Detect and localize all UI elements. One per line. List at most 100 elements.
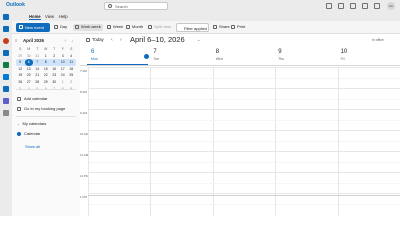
mini-day[interactable]: 4 <box>67 53 76 60</box>
mini-day[interactable]: 2 <box>50 53 59 60</box>
left-pane: ≡ April 2026 ↑ ↓ S M T W T F S 29 30 31 1 2 3 4 5 6 7 8 9 1… <box>12 34 80 216</box>
time-grid[interactable]: 7 AM 8 AM 9 AM 10 AM 11 AM 12 PM 1 PM <box>80 67 400 216</box>
prev-week-icon[interactable]: ‹ <box>111 37 113 43</box>
hour-label: 7 AM <box>80 69 87 73</box>
mini-day[interactable]: 29 <box>16 53 25 60</box>
calendar-icon[interactable] <box>3 26 9 32</box>
mini-day[interactable]: 25 <box>67 72 76 79</box>
mini-day[interactable]: 18 <box>67 66 76 73</box>
new-event-button[interactable]: New event <box>16 23 50 32</box>
mini-day[interactable]: 26 <box>16 79 25 86</box>
notifications-icon[interactable] <box>350 3 356 9</box>
mini-day[interactable]: 21 <box>33 72 42 79</box>
mini-weekday: T <box>36 47 39 51</box>
day-header-wed[interactable]: 8 Wed <box>213 47 275 66</box>
day-view-button[interactable]: Day <box>54 24 67 31</box>
day-number: 9 <box>278 49 282 55</box>
day-header-fri[interactable]: 10 Fri <box>338 47 400 66</box>
mini-day[interactable]: 1 <box>42 53 51 60</box>
mini-day[interactable]: 17 <box>59 66 68 73</box>
calendar-item[interactable]: Calendar <box>17 131 40 136</box>
today-button[interactable]: Today <box>86 37 104 42</box>
mini-day[interactable]: 12 <box>16 66 25 73</box>
search-box[interactable]: Search <box>104 2 168 10</box>
booking-page-link[interactable]: Go to my booking page <box>17 106 65 111</box>
search-icon <box>108 4 112 8</box>
mini-day[interactable]: 19 <box>16 72 25 79</box>
month-view-button[interactable]: Month <box>126 24 143 31</box>
my-calendars-group[interactable]: ⌄ My calendars <box>17 121 46 126</box>
people-icon[interactable] <box>3 38 9 44</box>
work-week-label: Work week <box>81 24 101 29</box>
show-all-link[interactable]: Show all <box>25 144 40 149</box>
teams-app-icon[interactable] <box>3 98 9 104</box>
hour-label: 9 AM <box>80 111 87 115</box>
excel-icon[interactable] <box>3 62 9 68</box>
share-button[interactable]: Share <box>213 24 230 31</box>
mini-day[interactable]: 22 <box>42 72 51 79</box>
mini-next-arrow-icon[interactable]: ↓ <box>71 38 73 43</box>
timezone-label[interactable]: In office <box>372 38 384 42</box>
tab-help[interactable]: Help <box>59 14 68 19</box>
avatar[interactable]: AC <box>387 2 395 10</box>
mini-day[interactable]: 29 <box>42 79 51 86</box>
add-calendar-button[interactable]: Add calendar <box>17 96 48 101</box>
mini-day[interactable]: 27 <box>25 79 34 86</box>
mini-day[interactable]: 9 <box>50 59 59 66</box>
mini-day[interactable]: 10 <box>59 59 68 66</box>
mini-day[interactable]: 3 <box>59 53 68 60</box>
mini-day[interactable]: 24 <box>59 72 68 79</box>
mini-day[interactable]: 31 <box>33 53 42 60</box>
mini-day[interactable]: 14 <box>33 66 42 73</box>
mini-day[interactable]: 2 <box>67 79 76 86</box>
mini-day[interactable]: 8 <box>42 59 51 66</box>
month-view-label: Month <box>132 24 144 29</box>
day-header-thu[interactable]: 9 Thu <box>275 47 337 66</box>
work-week-view-button[interactable]: Work week <box>73 24 103 31</box>
search-placeholder[interactable]: Search <box>115 4 128 9</box>
mini-day[interactable]: 20 <box>25 72 34 79</box>
next-week-icon[interactable]: › <box>120 37 122 43</box>
week-view-button[interactable]: Week <box>107 24 123 31</box>
day-column-line <box>275 67 277 216</box>
mini-weekday: S <box>19 47 22 51</box>
mini-day[interactable]: 6 <box>24 59 33 66</box>
print-button[interactable]: Print <box>231 24 245 31</box>
mini-day[interactable]: 30 <box>25 53 34 60</box>
filter-button[interactable]: Filter applied <box>176 23 209 32</box>
mini-day[interactable]: 13 <box>25 66 34 73</box>
mini-day[interactable]: 28 <box>33 79 42 86</box>
meet-now-icon[interactable] <box>326 3 332 9</box>
half-hour-line <box>88 161 400 163</box>
more-apps-icon[interactable] <box>3 110 9 116</box>
mini-day[interactable]: 1 <box>59 79 68 86</box>
day-name: Fri <box>340 57 345 61</box>
day-header-tue[interactable]: 7 Tue <box>150 47 212 66</box>
mini-day[interactable]: 7 <box>33 59 42 66</box>
word-icon[interactable] <box>3 50 9 56</box>
settings-icon[interactable] <box>362 3 368 9</box>
print-label: Print <box>237 24 246 29</box>
hour-line <box>88 67 400 68</box>
mini-day[interactable]: 16 <box>50 66 59 73</box>
onedrive-icon[interactable] <box>3 86 9 92</box>
app-title: Outlook <box>6 2 25 8</box>
tips-icon[interactable] <box>374 3 380 9</box>
mini-day[interactable]: 15 <box>42 66 51 73</box>
date-range-title[interactable]: April 6–10, 2026 <box>130 35 185 44</box>
teams-icon[interactable] <box>338 3 344 9</box>
mini-calendar-title[interactable]: April 2026 <box>23 38 44 43</box>
todo-icon[interactable] <box>3 74 9 80</box>
hour-line <box>88 88 400 89</box>
mini-day[interactable]: 30 <box>50 79 59 86</box>
mail-icon[interactable] <box>3 14 9 20</box>
tab-view[interactable]: View <box>45 14 54 19</box>
collapse-pane-icon[interactable]: ≡ <box>15 38 17 43</box>
mini-day[interactable]: 23 <box>50 72 59 79</box>
chevron-down-icon[interactable]: ⌄ <box>197 37 200 42</box>
mini-day[interactable]: 11 <box>67 59 76 66</box>
mini-day[interactable]: 5 <box>16 59 25 66</box>
mini-weekday: M <box>27 47 31 51</box>
mini-prev-arrow-icon[interactable]: ↑ <box>64 38 66 43</box>
split-view-button[interactable]: Split view <box>148 24 171 31</box>
